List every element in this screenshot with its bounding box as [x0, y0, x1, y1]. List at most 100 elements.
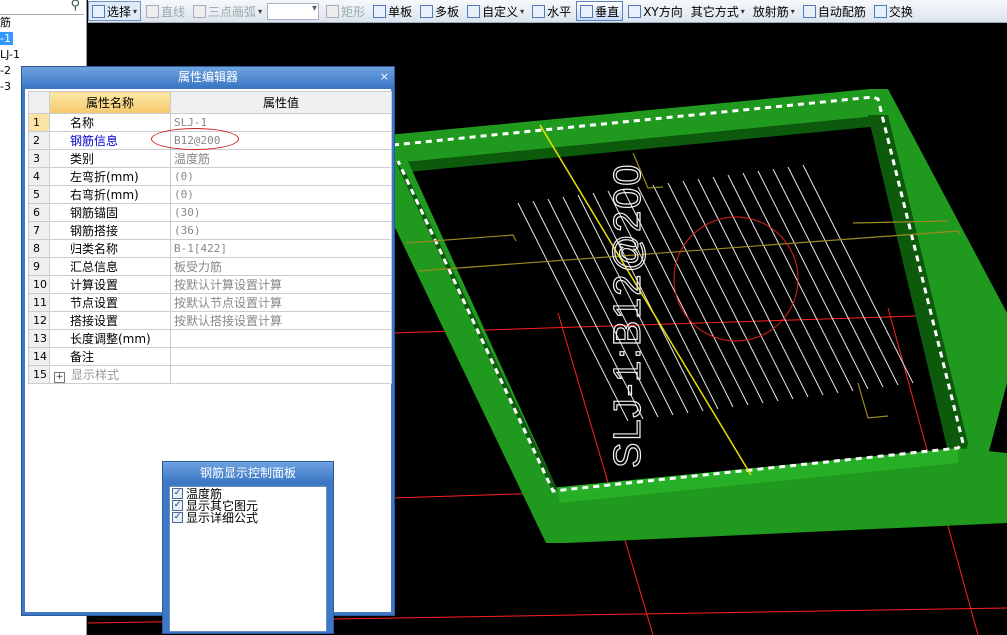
- single-slab-icon: [373, 4, 387, 18]
- expand-icon[interactable]: +: [54, 372, 65, 383]
- custom-button[interactable]: 自定义 ▾: [464, 2, 527, 20]
- property-name[interactable]: 计算设置: [49, 275, 171, 294]
- property-row[interactable]: 2 钢筋信息 B12@200: [28, 128, 392, 150]
- slab-wall-left-inner: [396, 163, 558, 491]
- property-value[interactable]: 按默认节点设置计算: [170, 293, 392, 312]
- property-row[interactable]: 10 计算设置 按默认计算设置计算: [28, 275, 392, 294]
- row-number: 12: [28, 311, 50, 330]
- column-header-value[interactable]: 属性值: [170, 91, 392, 114]
- property-value[interactable]: 温度筋: [170, 149, 392, 168]
- property-name[interactable]: 备注: [49, 347, 171, 366]
- property-row[interactable]: 5 右弯折(mm) (0): [28, 185, 392, 204]
- row-number: 3: [28, 149, 50, 168]
- multi-slab-icon: [420, 4, 434, 18]
- property-value[interactable]: [170, 365, 392, 384]
- rebar-label: SLJ-1:B12@200: [607, 163, 649, 468]
- property-name[interactable]: 长度调整(mm): [49, 329, 171, 348]
- arrow-cursor-icon: [92, 4, 105, 18]
- property-value[interactable]: B12@200: [151, 128, 392, 150]
- select-button[interactable]: 选择 ▾: [88, 1, 142, 21]
- column-header-name[interactable]: 属性名称: [49, 91, 171, 114]
- rebar-display-panel-body: ✓ 温度筋 ✓ 显示其它图元 ✓ 显示详细公式: [169, 486, 327, 632]
- property-value[interactable]: [170, 347, 392, 366]
- vertical-icon: [580, 4, 594, 18]
- checkbox-icon[interactable]: ✓: [172, 487, 183, 499]
- draw-mode-combo[interactable]: [267, 2, 320, 20]
- property-name[interactable]: 搭接设置: [49, 311, 171, 330]
- property-name[interactable]: 名称: [49, 113, 171, 132]
- checkbox-icon[interactable]: ✓: [172, 499, 183, 511]
- property-name[interactable]: 汇总信息: [49, 257, 171, 276]
- custom-icon: [467, 4, 481, 18]
- xy-direction-button[interactable]: XY方向: [625, 2, 686, 20]
- horizontal-button[interactable]: 水平: [529, 2, 574, 20]
- rebar-display-panel[interactable]: 钢筋显示控制面板 ✓ 温度筋 ✓ 显示其它图元 ✓ 显示详细公式: [162, 461, 334, 634]
- tree-item[interactable]: -2: [0, 64, 11, 77]
- line-button[interactable]: 直线: [143, 2, 188, 20]
- search-icon[interactable]: ⚲: [70, 0, 80, 13]
- property-name[interactable]: 节点设置: [49, 293, 171, 312]
- tree-search-box[interactable]: ⚲: [0, 0, 84, 15]
- property-row[interactable]: 12 搭接设置 按默认搭接设置计算: [28, 311, 392, 330]
- property-name[interactable]: 类别: [49, 149, 171, 168]
- property-value[interactable]: 板受力筋: [170, 257, 392, 276]
- checkbox-icon[interactable]: ✓: [172, 511, 183, 523]
- multi-slab-button[interactable]: 多板: [417, 2, 462, 20]
- arc-icon: [193, 4, 207, 18]
- auto-rebar-button[interactable]: 自动配筋: [800, 2, 869, 20]
- property-value[interactable]: SLJ-1: [170, 113, 392, 132]
- vertical-button[interactable]: 垂直: [576, 1, 624, 21]
- property-row[interactable]: 15 + 显示样式: [28, 365, 392, 384]
- property-value[interactable]: B-1[422]: [170, 239, 392, 258]
- property-row[interactable]: 9 汇总信息 板受力筋: [28, 257, 392, 276]
- property-value[interactable]: (30): [170, 203, 392, 222]
- checkbox-show-detailed-formula[interactable]: ✓ 显示详细公式: [172, 511, 326, 525]
- row-number: 8: [28, 239, 50, 258]
- property-value[interactable]: 按默认计算设置计算: [170, 275, 392, 294]
- property-value[interactable]: (36): [170, 221, 392, 240]
- tree-item[interactable]: LJ-1: [0, 48, 20, 61]
- property-row[interactable]: 4 左弯折(mm) (0): [28, 167, 392, 186]
- property-value[interactable]: (0): [170, 185, 392, 204]
- row-number: 1: [28, 113, 50, 132]
- property-row[interactable]: 3 类别 温度筋: [28, 149, 392, 168]
- row-number: 7: [28, 221, 50, 240]
- other-methods-button[interactable]: 其它方式 ▾: [688, 2, 748, 20]
- rectangle-button[interactable]: 矩形: [323, 2, 368, 20]
- swap-button[interactable]: 交换: [871, 2, 916, 20]
- property-row[interactable]: 6 钢筋锚固 (30): [28, 203, 392, 222]
- property-name[interactable]: 归类名称: [49, 239, 171, 258]
- close-icon[interactable]: ×: [380, 67, 389, 87]
- property-value[interactable]: [170, 329, 392, 348]
- property-value[interactable]: 按默认搭接设置计算: [170, 311, 392, 330]
- row-number: 5: [28, 185, 50, 204]
- property-name[interactable]: 右弯折(mm): [49, 185, 171, 204]
- single-slab-button[interactable]: 单板: [370, 2, 415, 20]
- property-editor-title-bar[interactable]: 属性编辑器 ×: [22, 67, 394, 87]
- property-value[interactable]: (0): [170, 167, 392, 186]
- tree-item-selected[interactable]: -1: [0, 32, 13, 45]
- property-name[interactable]: + 显示样式: [49, 365, 171, 384]
- rectangle-icon: [326, 4, 340, 18]
- row-number: 2: [28, 131, 50, 150]
- property-row[interactable]: 7 钢筋搭接 (36): [28, 221, 392, 240]
- property-name[interactable]: 左弯折(mm): [49, 167, 171, 186]
- row-number: 13: [28, 329, 50, 348]
- property-name[interactable]: 钢筋搭接: [49, 221, 171, 240]
- radial-rebar-button[interactable]: 放射筋 ▾: [750, 2, 798, 20]
- property-name[interactable]: 钢筋锚固: [49, 203, 171, 222]
- property-name-text: 显示样式: [71, 368, 120, 382]
- property-row[interactable]: 14 备注: [28, 347, 392, 366]
- property-name[interactable]: 钢筋信息: [49, 131, 171, 150]
- property-row[interactable]: 11 节点设置 按默认节点设置计算: [28, 293, 392, 312]
- property-row[interactable]: 1 名称 SLJ-1: [28, 113, 392, 132]
- row-number: 6: [28, 203, 50, 222]
- rebar-display-panel-title[interactable]: 钢筋显示控制面板: [163, 462, 333, 482]
- tree-item[interactable]: -3: [0, 80, 11, 93]
- tree-item[interactable]: 筋: [0, 16, 11, 29]
- property-row[interactable]: 8 归类名称 B-1[422]: [28, 239, 392, 258]
- property-row[interactable]: 13 长度调整(mm): [28, 329, 392, 348]
- row-number: 9: [28, 257, 50, 276]
- row-number: 4: [28, 167, 50, 186]
- three-point-arc-button[interactable]: 三点画弧 ▾: [190, 2, 265, 20]
